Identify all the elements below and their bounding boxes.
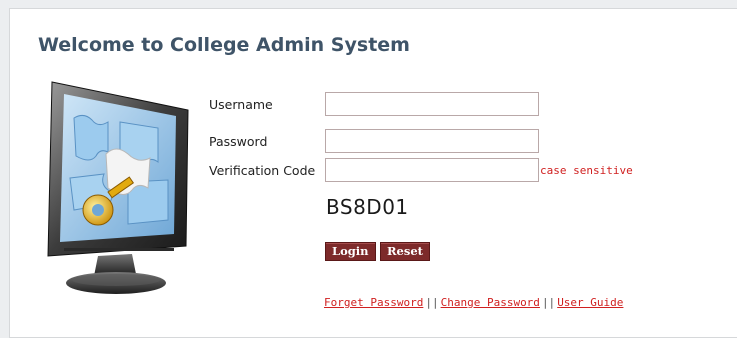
link-separator: || <box>541 296 556 309</box>
computer-monitor-key-icon <box>47 81 189 294</box>
change-password-link[interactable]: Change Password <box>441 296 540 309</box>
password-input[interactable] <box>325 129 539 153</box>
login-button[interactable]: Login <box>325 242 376 261</box>
case-sensitive-hint: case sensitive <box>540 164 633 177</box>
verification-code-input[interactable] <box>325 158 539 182</box>
user-guide-link[interactable]: User Guide <box>557 296 623 309</box>
captcha-code: BS8D01 <box>326 195 409 219</box>
page-title: Welcome to College Admin System <box>38 34 410 56</box>
forget-password-link[interactable]: Forget Password <box>324 296 423 309</box>
username-label: Username <box>209 97 273 112</box>
password-label: Password <box>209 134 268 149</box>
link-separator: || <box>425 296 439 309</box>
verification-code-label: Verification Code <box>209 163 316 178</box>
reset-button[interactable]: Reset <box>380 242 430 261</box>
username-input[interactable] <box>325 92 539 116</box>
footer-links: Forget Password || Change Password || User G… <box>324 296 623 309</box>
